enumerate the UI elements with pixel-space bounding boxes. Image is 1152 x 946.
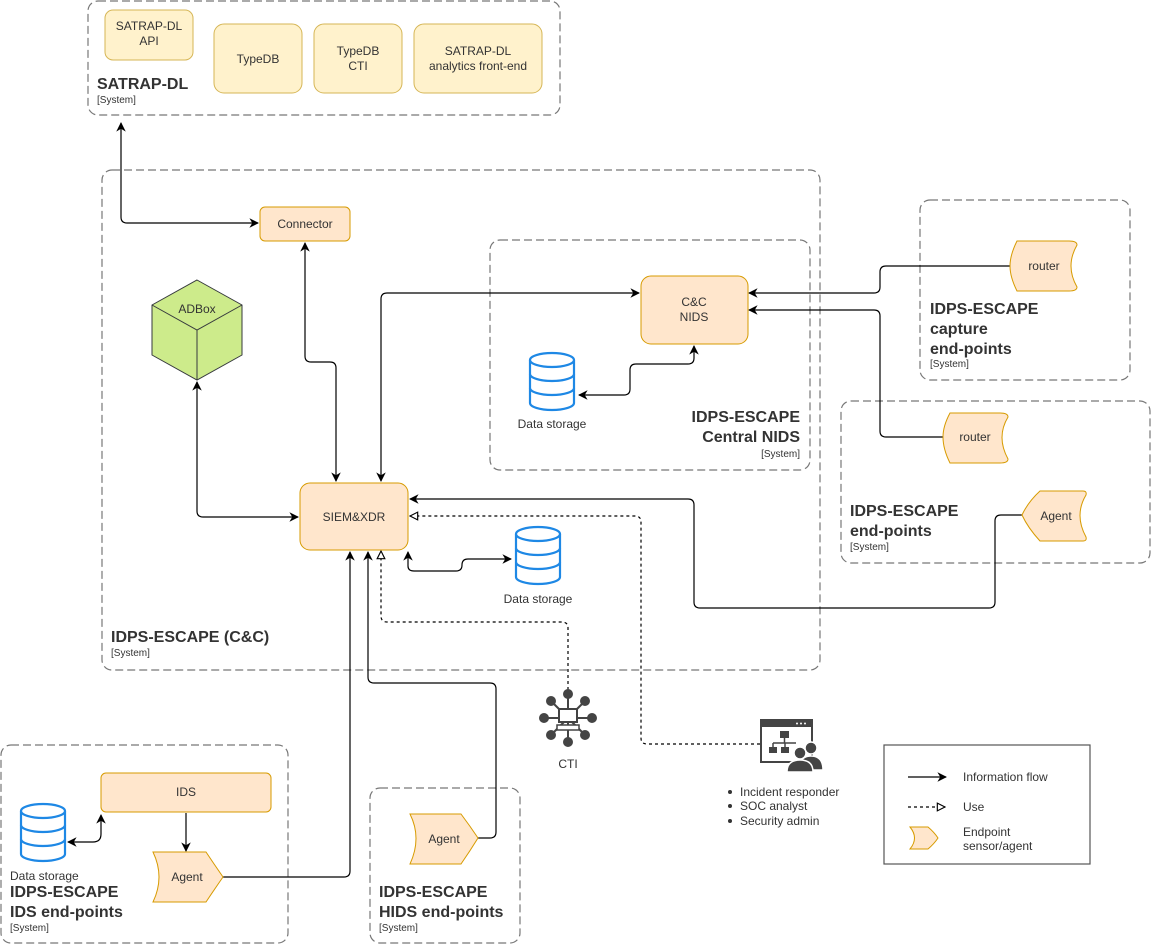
actor-roles-list: Incident responder SOC analyst Security … bbox=[728, 785, 839, 828]
flow-nids-storage[interactable] bbox=[578, 345, 699, 400]
svg-text:SATRAP-DL: SATRAP-DL bbox=[445, 44, 512, 58]
legend-endpoint-label-line2: sensor/agent bbox=[963, 839, 1033, 853]
router-endpoints-node[interactable]: router bbox=[942, 412, 1009, 464]
svg-text:CTI: CTI bbox=[348, 59, 367, 73]
flow-adbox-siem[interactable] bbox=[192, 381, 299, 522]
ids-endpoints-title-line2: IDS end-points bbox=[10, 904, 123, 921]
svg-text:Data storage: Data storage bbox=[10, 869, 79, 883]
typedb-node[interactable]: TypeDB bbox=[213, 23, 303, 94]
flow-siem-ccnids[interactable] bbox=[376, 288, 640, 482]
flow-router-capture-nids[interactable] bbox=[748, 265, 1010, 298]
legend-use-label: Use bbox=[963, 800, 985, 814]
database-icon bbox=[528, 351, 576, 412]
svg-text:Connector: Connector bbox=[277, 217, 332, 231]
agent-hids-node[interactable]: Agent bbox=[409, 813, 479, 865]
security-team-actor[interactable]: Incident responder SOC analyst Security … bbox=[728, 719, 839, 828]
svg-text:Agent: Agent bbox=[428, 832, 460, 846]
hids-endpoints-title-line1: IDPS-ESCAPE bbox=[379, 884, 488, 901]
hids-endpoints-title-line2: HIDS end-points bbox=[379, 904, 504, 921]
satrap-dl-title: SATRAP-DL bbox=[97, 76, 188, 93]
flow-ids-storage[interactable] bbox=[67, 814, 106, 847]
siem-xdr-node[interactable]: SIEM&XDR bbox=[299, 482, 409, 551]
svg-text:SIEM&XDR: SIEM&XDR bbox=[323, 510, 386, 524]
ids-node[interactable]: IDS bbox=[100, 772, 272, 813]
endpoints-title-line1: IDPS-ESCAPE bbox=[850, 503, 959, 520]
svg-text:SATRAP-DL: SATRAP-DL bbox=[116, 19, 183, 33]
user-group-dashboard-icon bbox=[760, 719, 824, 773]
capture-title-line3: end-points bbox=[930, 341, 1012, 358]
central-nids-subtitle: [System] bbox=[761, 449, 800, 460]
siem-data-storage[interactable]: Data storage bbox=[504, 525, 573, 606]
svg-text:Data storage: Data storage bbox=[504, 592, 573, 606]
svg-text:router: router bbox=[1028, 259, 1059, 273]
flow-agent-hids-siem[interactable] bbox=[363, 551, 497, 839]
use-actors-siem[interactable] bbox=[410, 516, 760, 745]
adbox-node[interactable]: ADBox bbox=[151, 279, 243, 381]
central-nids-title-line1: IDPS-ESCAPE bbox=[692, 409, 801, 426]
agent-endpoints-node[interactable]: Agent bbox=[1021, 490, 1087, 542]
svg-text:TypeDB: TypeDB bbox=[237, 52, 280, 66]
flow-connector-siem[interactable] bbox=[300, 242, 341, 482]
role-item: SOC analyst bbox=[740, 799, 808, 813]
cc-subtitle: [System] bbox=[111, 648, 150, 659]
legend: Information flow Use Endpoint sensor/age… bbox=[883, 744, 1091, 865]
hids-endpoints-system: IDPS-ESCAPE HIDS end-points [System] bbox=[369, 787, 521, 944]
svg-text:C&C: C&C bbox=[681, 295, 707, 309]
ids-data-storage[interactable]: Data storage bbox=[10, 802, 79, 883]
cc-nids-node[interactable]: C&C NIDS bbox=[640, 275, 749, 345]
flow-agent-ids-siem[interactable] bbox=[223, 551, 355, 878]
svg-text:Agent: Agent bbox=[171, 870, 203, 884]
typedb-cti-node[interactable]: TypeDB CTI bbox=[313, 23, 403, 94]
role-item: Incident responder bbox=[740, 785, 839, 799]
endpoints-subtitle: [System] bbox=[850, 542, 889, 553]
svg-text:API: API bbox=[139, 34, 158, 48]
database-icon bbox=[514, 525, 562, 586]
connector-node[interactable]: Connector bbox=[259, 206, 351, 242]
svg-text:NIDS: NIDS bbox=[680, 310, 709, 324]
satrap-frontend-node[interactable]: SATRAP-DL analytics front-end bbox=[413, 23, 543, 94]
ids-endpoints-subtitle: [System] bbox=[10, 923, 49, 934]
ids-endpoints-title-line1: IDPS-ESCAPE bbox=[10, 884, 119, 901]
cti-node[interactable]: CTI bbox=[539, 689, 597, 771]
satrap-dl-subtitle: [System] bbox=[97, 95, 136, 106]
capture-title-line2: capture bbox=[930, 321, 988, 338]
satrap-api-node[interactable]: SATRAP-DL API bbox=[104, 9, 194, 61]
role-item: Security admin bbox=[740, 814, 819, 828]
svg-text:Agent: Agent bbox=[1040, 509, 1072, 523]
agent-ids-node[interactable]: Agent bbox=[152, 851, 224, 903]
cc-title: IDPS-ESCAPE (C&C) bbox=[111, 629, 269, 646]
flow-satrap-connector[interactable] bbox=[116, 122, 259, 228]
endpoints-title-line2: end-points bbox=[850, 523, 932, 540]
flow-siem-storage[interactable] bbox=[403, 551, 512, 572]
capture-title-line1: IDPS-ESCAPE bbox=[930, 301, 1039, 318]
router-capture-node[interactable]: router bbox=[1009, 240, 1078, 292]
nids-data-storage[interactable]: Data storage bbox=[518, 351, 587, 431]
svg-text:router: router bbox=[959, 430, 990, 444]
svg-text:Data storage: Data storage bbox=[518, 417, 587, 431]
legend-flow-label: Information flow bbox=[963, 770, 1048, 784]
central-nids-title-line2: Central NIDS bbox=[702, 429, 800, 446]
database-icon bbox=[19, 802, 67, 863]
network-hub-icon bbox=[539, 689, 597, 747]
svg-text:CTI: CTI bbox=[558, 757, 577, 771]
svg-text:TypeDB: TypeDB bbox=[337, 44, 380, 58]
hids-endpoints-subtitle: [System] bbox=[379, 923, 418, 934]
capture-subtitle: [System] bbox=[930, 359, 969, 370]
adbox-label: ADBox bbox=[178, 302, 215, 316]
svg-text:IDS: IDS bbox=[176, 785, 196, 799]
architecture-diagram: SATRAP-DL [System] IDPS-ESCAPE (C&C) [Sy… bbox=[0, 0, 1151, 944]
connections bbox=[67, 122, 1022, 878]
legend-endpoint-label-line1: Endpoint bbox=[963, 825, 1011, 839]
svg-text:analytics front-end: analytics front-end bbox=[429, 59, 527, 73]
